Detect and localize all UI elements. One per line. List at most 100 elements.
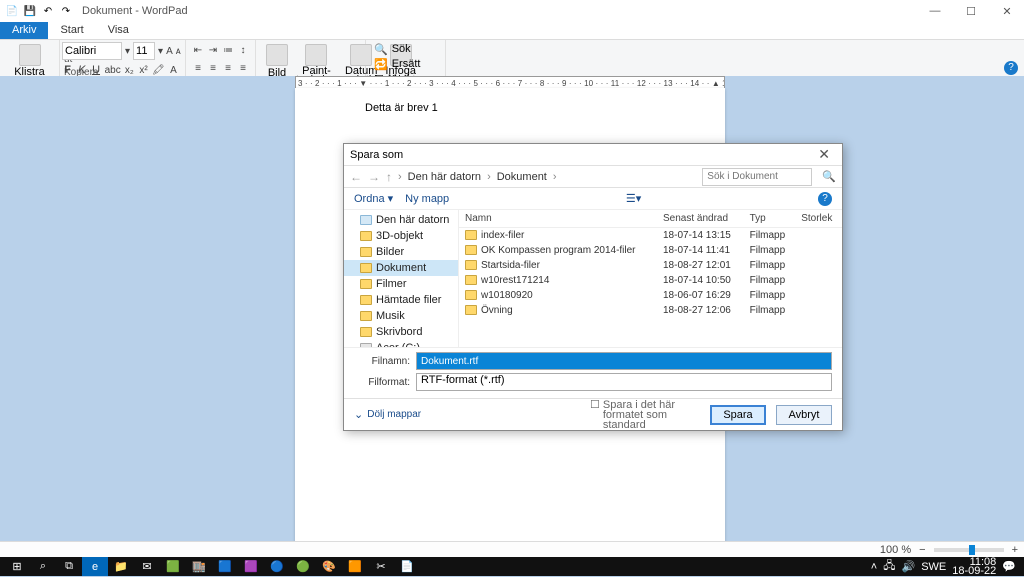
help-button[interactable]: ? [1004, 61, 1018, 75]
nav-up-icon[interactable]: ↑ [386, 170, 392, 184]
font-size-input[interactable] [133, 42, 155, 60]
tray-network-icon[interactable]: 🖧 [883, 557, 895, 576]
folder-icon [360, 231, 372, 241]
tab-view[interactable]: Visa [96, 22, 141, 39]
taskbar-app[interactable]: 🟢 [290, 557, 316, 576]
col-name[interactable]: Namn [459, 210, 657, 228]
breadcrumb-item[interactable]: Dokument [497, 171, 547, 183]
minimize-button[interactable]: — [926, 5, 944, 18]
organize-button[interactable]: Ordna ▾ [354, 192, 393, 205]
maximize-button[interactable]: ☐ [962, 5, 980, 18]
taskbar-app[interactable]: 🟦 [212, 557, 238, 576]
nav-back-icon[interactable]: ← [350, 170, 362, 184]
hide-folders-button[interactable]: Dölj mappar [367, 409, 421, 420]
tray-volume-icon[interactable]: 🔊 [901, 560, 915, 573]
chevron-down-icon[interactable]: ▾ [125, 43, 130, 59]
grow-font-icon[interactable]: A [166, 43, 173, 59]
folder-tree[interactable]: Den här datorn3D-objektBilderDokumentFil… [344, 210, 459, 347]
tray-chevron-icon[interactable]: ˄ [871, 561, 877, 573]
chevron-down-icon[interactable]: ⌄ [354, 408, 363, 421]
tree-item[interactable]: Skrivbord [344, 324, 458, 340]
table-row[interactable]: OK Kompassen program 2014-filer18-07-14 … [459, 243, 842, 258]
filename-input[interactable] [416, 352, 832, 370]
tree-item[interactable]: Acer (C:) [344, 340, 458, 347]
col-type[interactable]: Typ [744, 210, 796, 228]
taskbar-app[interactable]: 📁 [108, 557, 134, 576]
zoom-in-button[interactable]: + [1012, 544, 1018, 556]
zoom-slider[interactable] [934, 548, 1004, 552]
find-button[interactable]: 🔍Sök [372, 42, 439, 57]
start-button[interactable]: ⊞ [4, 557, 30, 576]
font-name-input[interactable] [62, 42, 122, 60]
folder-icon [465, 290, 477, 300]
tree-item[interactable]: Musik [344, 308, 458, 324]
breadcrumb-item[interactable]: Den här datorn [408, 171, 481, 183]
tree-item[interactable]: Bilder [344, 244, 458, 260]
indent-increase-icon[interactable]: ⇥ [207, 42, 219, 58]
table-row[interactable]: w1018092018-06-07 16:29Filmapp [459, 288, 842, 303]
taskbar-app[interactable]: ✂ [368, 557, 394, 576]
search-button[interactable]: ⌕ [30, 557, 56, 576]
zoom-out-button[interactable]: − [919, 544, 925, 556]
format-select[interactable]: RTF-format (*.rtf) [416, 373, 832, 391]
checkbox-icon: ☐ [590, 400, 600, 410]
taskbar-app[interactable]: 🔵 [264, 557, 290, 576]
taskbar-app[interactable]: 🟧 [342, 557, 368, 576]
dialog-close-button[interactable]: ✕ [812, 146, 836, 163]
align-justify-icon[interactable]: ≡ [237, 60, 249, 76]
taskbar-app[interactable]: e [82, 557, 108, 576]
taskbar-app[interactable]: 🟪 [238, 557, 264, 576]
table-row[interactable]: Startsida-filer18-08-27 12:01Filmapp [459, 258, 842, 273]
tray-notifications-icon[interactable]: 💬 [1002, 560, 1016, 573]
tab-start[interactable]: Start [48, 22, 95, 39]
align-center-icon[interactable]: ≡ [207, 60, 219, 76]
tray-language[interactable]: SWE [921, 561, 946, 573]
search-icon[interactable]: 🔍 [822, 170, 836, 183]
cancel-button[interactable]: Avbryt [776, 405, 832, 425]
dialog-search-input[interactable] [702, 168, 812, 186]
taskbar-app[interactable]: ✉ [134, 557, 160, 576]
chevron-down-icon[interactable]: ▾ [158, 43, 163, 59]
save-button[interactable]: Spara [710, 405, 766, 425]
taskview-button[interactable]: ⧉ [56, 557, 82, 576]
view-options-icon[interactable]: ☰▾ [626, 192, 641, 205]
folder-icon [465, 275, 477, 285]
col-size[interactable]: Storlek [795, 210, 842, 228]
tree-item[interactable]: 3D-objekt [344, 228, 458, 244]
save-default-checkbox[interactable]: ☐ Spara i det här formatet som standard [590, 400, 700, 430]
nav-forward-icon[interactable]: → [368, 170, 380, 184]
tree-item[interactable]: Filmer [344, 276, 458, 292]
align-right-icon[interactable]: ≡ [222, 60, 234, 76]
undo-icon[interactable]: ↶ [40, 3, 56, 19]
tree-item[interactable]: Den här datorn [344, 212, 458, 228]
indent-decrease-icon[interactable]: ⇤ [192, 42, 204, 58]
tray-clock[interactable]: 11:08 18-09-22 [952, 558, 996, 576]
redo-icon[interactable]: ↷ [58, 3, 74, 19]
file-list[interactable]: Namn Senast ändrad Typ Storlek index-fil… [459, 210, 842, 347]
tree-item[interactable]: Dokument [344, 260, 458, 276]
folder-icon [360, 295, 372, 305]
col-date[interactable]: Senast ändrad [657, 210, 744, 228]
new-folder-button[interactable]: Ny mapp [405, 193, 449, 205]
shrink-font-icon[interactable]: ᴀ [176, 43, 181, 59]
taskbar-app[interactable]: 🏬 [186, 557, 212, 576]
line-spacing-icon[interactable]: ↕ [237, 42, 249, 58]
taskbar-app[interactable]: 🟩 [160, 557, 186, 576]
replace-button[interactable]: 🔁Ersätt [372, 57, 439, 72]
taskbar-app[interactable]: 🎨 [316, 557, 342, 576]
tab-file[interactable]: Arkiv [0, 22, 48, 39]
align-left-icon[interactable]: ≡ [192, 60, 204, 76]
save-icon[interactable]: 💾 [22, 3, 38, 19]
table-row[interactable]: w10rest17121418-07-14 10:50Filmapp [459, 273, 842, 288]
close-button[interactable]: ✕ [998, 5, 1016, 18]
wordpad-icon: 📄 [4, 3, 20, 19]
dialog-help-button[interactable]: ? [818, 192, 832, 206]
list-icon[interactable]: ≔ [222, 42, 234, 58]
tree-item[interactable]: Hämtade filer [344, 292, 458, 308]
folder-icon [360, 327, 372, 337]
document-text[interactable]: Detta är brev 1 [365, 102, 655, 114]
table-row[interactable]: Övning18-08-27 12:06Filmapp [459, 303, 842, 318]
taskbar-app[interactable]: 📄 [394, 557, 420, 576]
table-row[interactable]: index-filer18-07-14 13:15Filmapp [459, 228, 842, 244]
folder-icon [360, 279, 372, 289]
